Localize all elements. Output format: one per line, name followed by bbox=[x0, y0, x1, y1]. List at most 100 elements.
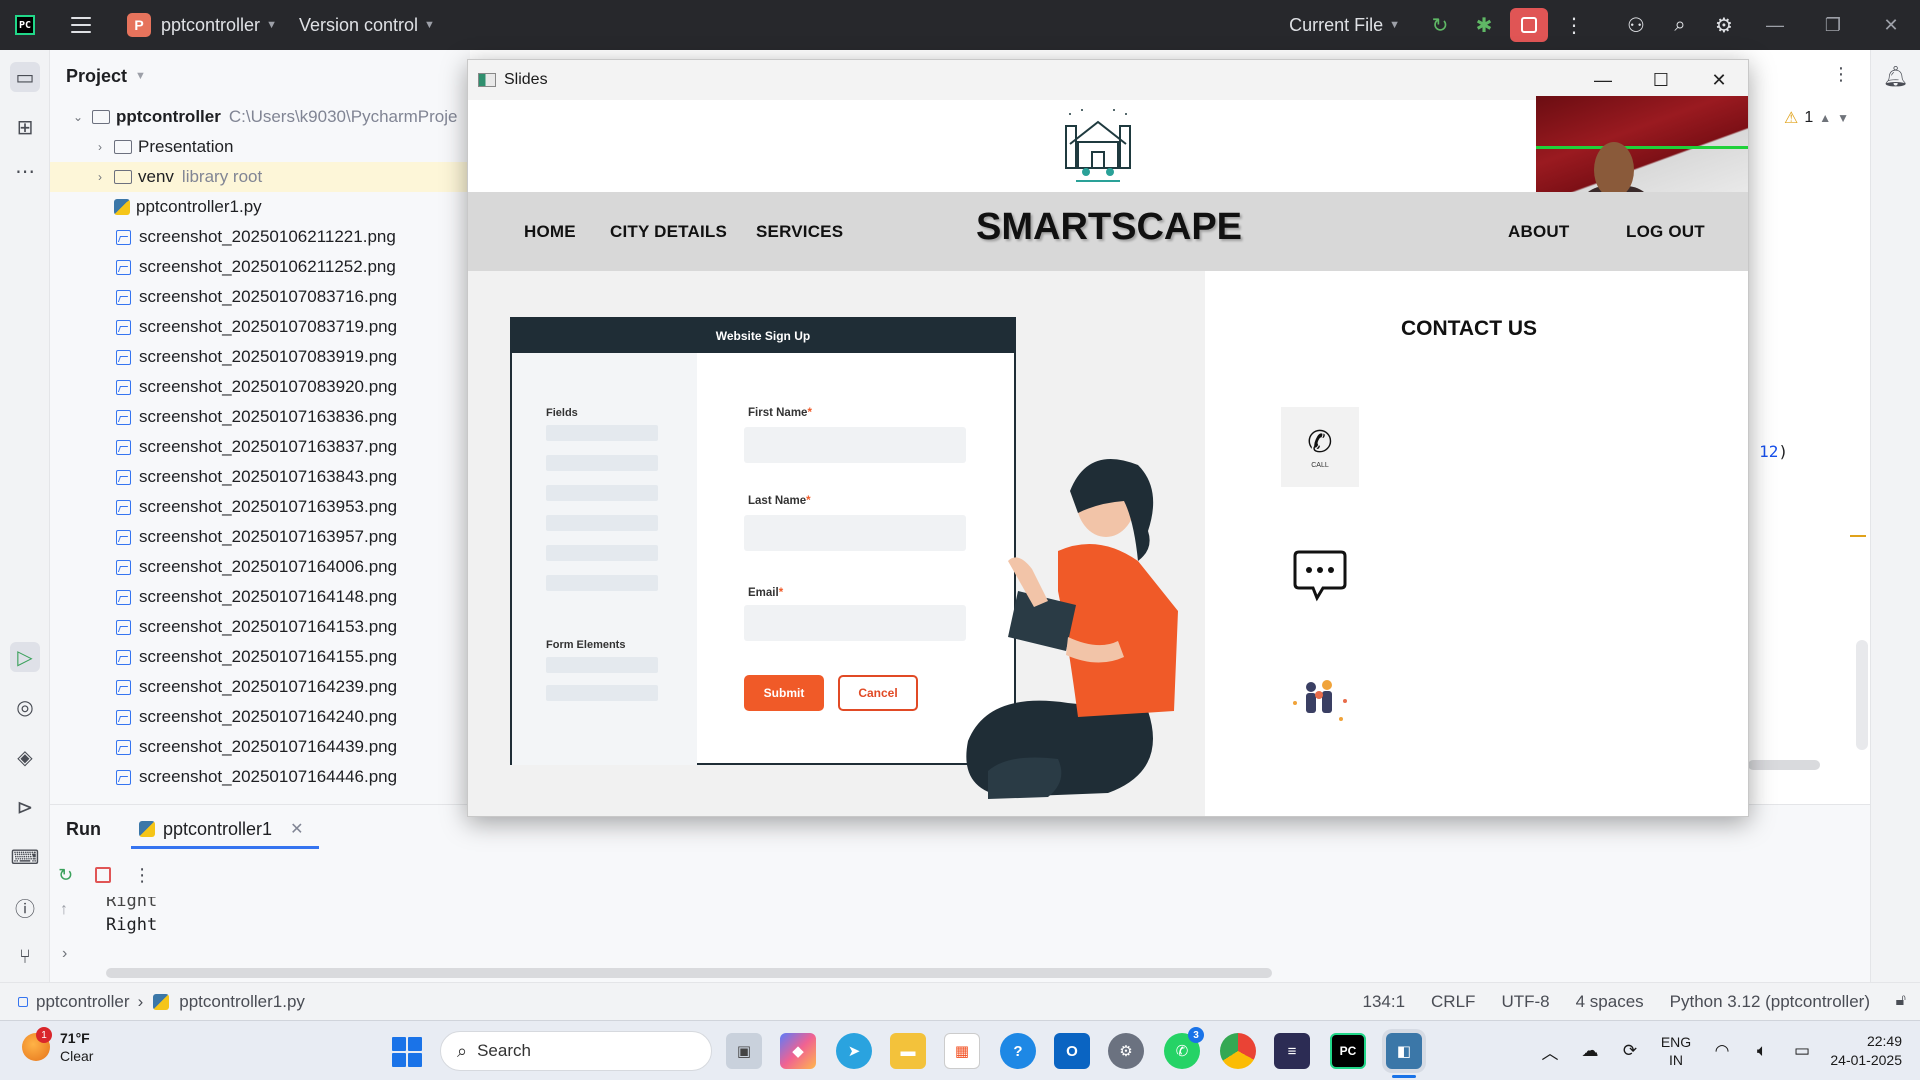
notifications-bell-icon[interactable]: 🔔︎ bbox=[1883, 64, 1908, 89]
tree-file-png[interactable]: screenshot_20250107164239.png bbox=[50, 672, 470, 702]
outlook-icon[interactable]: O bbox=[1054, 1033, 1090, 1069]
close-tab-icon[interactable]: ✕ bbox=[290, 819, 303, 839]
stop-button[interactable] bbox=[1510, 8, 1548, 42]
editor-horizontal-scrollbar[interactable] bbox=[1748, 760, 1820, 770]
tree-file-png[interactable]: screenshot_20250107163843.png bbox=[50, 462, 470, 492]
expand-arrow-icon[interactable]: ⌄ bbox=[70, 110, 86, 124]
tray-overflow-icon[interactable]: ︿ bbox=[1530, 1039, 1570, 1064]
task-view-icon[interactable]: ▣ bbox=[726, 1033, 762, 1069]
rerun-icon[interactable]: ↻ bbox=[1418, 0, 1462, 50]
code-with-me-icon[interactable]: ⚇ bbox=[1614, 0, 1658, 50]
more-actions-icon[interactable]: ⋮ bbox=[1552, 0, 1596, 50]
tree-file-png[interactable]: screenshot_20250107083716.png bbox=[50, 282, 470, 312]
tree-file-png[interactable]: screenshot_20250107083920.png bbox=[50, 372, 470, 402]
collapse-arrow-icon[interactable]: › bbox=[92, 170, 108, 184]
restore-icon[interactable]: ❐ bbox=[1804, 0, 1862, 50]
nav-home-link[interactable]: HOME bbox=[524, 222, 576, 242]
slides-minimize-icon[interactable]: — bbox=[1574, 60, 1632, 100]
copilot-icon[interactable]: ◆ bbox=[780, 1033, 816, 1069]
nav-logout-link[interactable]: LOG OUT bbox=[1626, 222, 1705, 242]
caret-position[interactable]: 134:1 bbox=[1362, 992, 1405, 1012]
stop-icon[interactable] bbox=[95, 867, 112, 883]
slides-close-icon[interactable]: ✕ bbox=[1690, 60, 1748, 100]
nav-about-link[interactable]: ABOUT bbox=[1508, 222, 1569, 242]
tree-file-png[interactable]: screenshot_20250107083719.png bbox=[50, 312, 470, 342]
terminal-tool-icon[interactable]: ⌨ bbox=[10, 842, 40, 872]
python-taskbar-icon[interactable]: ◧ bbox=[1386, 1033, 1422, 1069]
tree-folder[interactable]: › venv library root bbox=[50, 162, 470, 192]
tree-file-png[interactable]: screenshot_20250107164240.png bbox=[50, 702, 470, 732]
tree-file-png[interactable]: screenshot_20250107163957.png bbox=[50, 522, 470, 552]
editor-vertical-scrollbar[interactable] bbox=[1856, 640, 1868, 750]
tree-root[interactable]: ⌄ pptcontroller C:\Users\k9030\PycharmPr… bbox=[50, 102, 470, 132]
pycharm-taskbar-icon[interactable]: PC bbox=[1330, 1033, 1366, 1069]
battery-icon[interactable]: ▭ bbox=[1782, 1041, 1822, 1061]
nav-city-details-link[interactable]: CITY DETAILS bbox=[610, 222, 727, 242]
line-separator[interactable]: CRLF bbox=[1431, 992, 1475, 1012]
tree-file-python[interactable]: pptcontroller1.py bbox=[50, 192, 470, 222]
nav-services-link[interactable]: SERVICES bbox=[756, 222, 843, 242]
more-actions-icon[interactable]: ⋮ bbox=[133, 865, 151, 886]
version-control-menu[interactable]: Version control ▼ bbox=[299, 15, 435, 36]
taskbar-search[interactable]: ⌕ Search bbox=[440, 1031, 712, 1071]
settings-gear-icon[interactable]: ⚙ bbox=[1702, 0, 1746, 50]
weather-widget[interactable]: 1 71°F Clear bbox=[22, 1027, 93, 1065]
tree-file-png[interactable]: screenshot_20250107083919.png bbox=[50, 342, 470, 372]
indent-setting[interactable]: 4 spaces bbox=[1576, 992, 1644, 1012]
tree-file-png[interactable]: screenshot_20250107164148.png bbox=[50, 582, 470, 612]
windows-start-icon[interactable] bbox=[392, 1037, 422, 1067]
editor-more-icon[interactable]: ⋮ bbox=[1832, 64, 1850, 85]
git-tool-icon[interactable]: ⑂ bbox=[10, 942, 40, 972]
python-console-icon[interactable]: ◎ bbox=[10, 692, 40, 722]
project-badge-icon[interactable]: P bbox=[127, 13, 151, 37]
run-config-selector[interactable]: Current File ▼ bbox=[1289, 15, 1400, 36]
close-icon[interactable]: ✕ bbox=[1862, 0, 1920, 50]
project-selector[interactable]: pptcontroller ▼ bbox=[161, 15, 277, 36]
warning-stripe-marker[interactable] bbox=[1850, 535, 1866, 537]
collapse-arrow-icon[interactable]: › bbox=[92, 140, 108, 154]
pycharm-logo-icon[interactable]: PC bbox=[15, 15, 35, 35]
sync-icon[interactable]: ⟳ bbox=[1610, 1041, 1650, 1061]
services-tool-icon[interactable]: ⊳ bbox=[10, 792, 40, 822]
telegram-icon[interactable]: ➤ bbox=[836, 1033, 872, 1069]
breadcrumb-project[interactable]: pptcontroller bbox=[36, 992, 130, 1012]
debug-icon[interactable]: ✱ bbox=[1462, 0, 1506, 50]
file-encoding[interactable]: UTF-8 bbox=[1501, 992, 1549, 1012]
tree-file-png[interactable]: screenshot_20250106211252.png bbox=[50, 252, 470, 282]
slides-titlebar[interactable]: Slides bbox=[468, 60, 1748, 100]
eclipse-icon[interactable]: ≡ bbox=[1274, 1033, 1310, 1069]
problems-tool-icon[interactable]: ⓘ bbox=[10, 892, 40, 922]
settings-app-icon[interactable]: ⚙ bbox=[1108, 1033, 1144, 1069]
tree-file-png[interactable]: screenshot_20250107164006.png bbox=[50, 552, 470, 582]
console-horizontal-scrollbar[interactable] bbox=[106, 968, 1272, 978]
more-tools-icon[interactable]: ⋯ bbox=[10, 156, 40, 186]
inspection-widget[interactable]: ⚠ 1 ▲ ▼ bbox=[1784, 108, 1849, 128]
python-interpreter[interactable]: Python 3.12 (pptcontroller) bbox=[1670, 992, 1870, 1012]
tree-file-png[interactable]: screenshot_20250107164155.png bbox=[50, 642, 470, 672]
tree-file-png[interactable]: screenshot_20250107163953.png bbox=[50, 492, 470, 522]
microsoft-store-icon[interactable]: ▦ bbox=[944, 1033, 980, 1069]
clock[interactable]: 22:49 24-01-2025 bbox=[1822, 1032, 1920, 1070]
tree-file-png[interactable]: screenshot_20250107163837.png bbox=[50, 432, 470, 462]
python-packages-icon[interactable]: ◈ bbox=[10, 742, 40, 772]
chevron-down-icon[interactable]: ▼ bbox=[1837, 111, 1849, 125]
search-everywhere-icon[interactable]: ⌕ bbox=[1658, 0, 1702, 50]
chrome-icon[interactable] bbox=[1220, 1033, 1256, 1069]
volume-icon[interactable]: 🔈︎ bbox=[1742, 1041, 1782, 1061]
chat-contact-tile[interactable] bbox=[1281, 535, 1359, 615]
onedrive-icon[interactable]: ☁ bbox=[1570, 1041, 1610, 1061]
run-tab[interactable]: pptcontroller1 ✕ bbox=[130, 805, 321, 853]
tree-file-png[interactable]: screenshot_20250107164153.png bbox=[50, 612, 470, 642]
breadcrumb-file[interactable]: pptcontroller1.py bbox=[179, 992, 305, 1012]
project-tool-icon[interactable]: ▭ bbox=[10, 62, 40, 92]
tree-file-png[interactable]: screenshot_20250107164446.png bbox=[50, 762, 470, 792]
main-menu-icon[interactable] bbox=[71, 17, 91, 33]
tree-file-png[interactable]: screenshot_20250107164439.png bbox=[50, 732, 470, 762]
call-contact-tile[interactable]: ✆ CALL bbox=[1281, 407, 1359, 487]
project-panel-header[interactable]: Project ▼ bbox=[50, 50, 470, 102]
chevron-up-icon[interactable]: ▲ bbox=[1819, 111, 1831, 125]
whatsapp-icon[interactable]: ✆ 3 bbox=[1164, 1027, 1204, 1069]
minimize-icon[interactable]: — bbox=[1746, 0, 1804, 50]
tree-file-png[interactable]: screenshot_20250107163836.png bbox=[50, 402, 470, 432]
tree-folder[interactable]: › Presentation bbox=[50, 132, 470, 162]
